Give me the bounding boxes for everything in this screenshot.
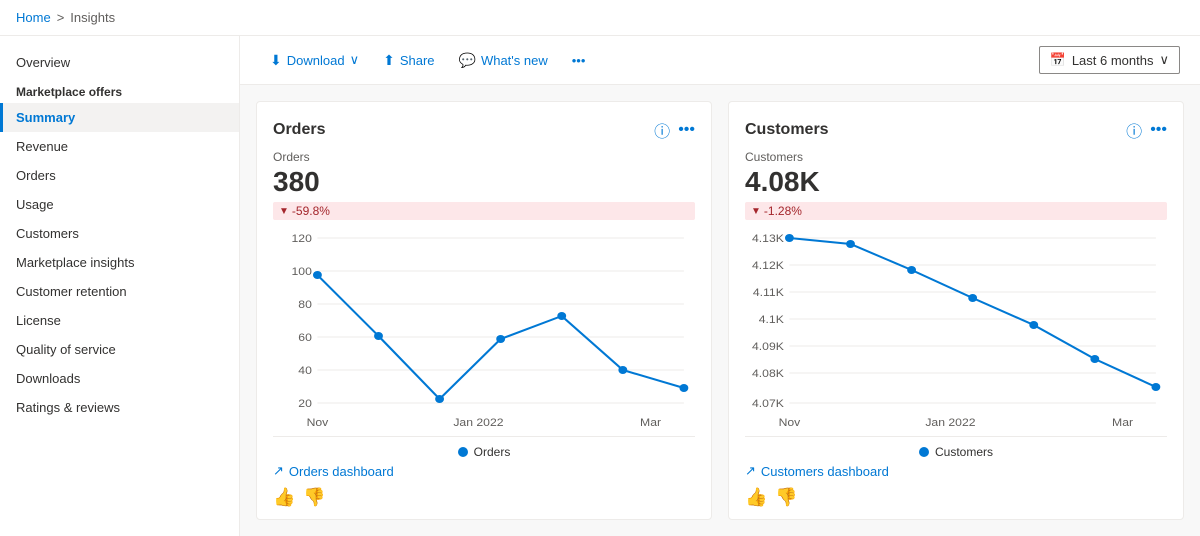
- customers-card-title: Customers: [745, 121, 829, 139]
- sidebar-items: SummaryRevenueOrdersUsageCustomersMarket…: [0, 103, 239, 422]
- cards-area: Orders ⓘ ••• Orders 380 ▼ -59.8%: [240, 85, 1200, 536]
- orders-metric-value: 380: [273, 166, 695, 198]
- orders-change-value: -59.8%: [292, 204, 330, 218]
- customers-thumbs-down-button[interactable]: 👎: [775, 487, 797, 508]
- customers-metric-label: Customers: [745, 150, 1167, 164]
- download-chevron-icon: ∨: [350, 52, 360, 68]
- breadcrumb-home[interactable]: Home: [16, 10, 51, 25]
- sidebar-item-revenue[interactable]: Revenue: [0, 132, 239, 161]
- customers-change-arrow: ▼: [751, 206, 761, 217]
- date-range-chevron-icon: ∨: [1159, 52, 1169, 68]
- svg-text:120: 120: [292, 233, 312, 245]
- customers-change-value: -1.28%: [764, 204, 802, 218]
- svg-text:4.09K: 4.09K: [752, 341, 784, 353]
- download-icon: ⬇: [270, 52, 282, 69]
- breadcrumb-current: Insights: [70, 10, 115, 25]
- more-icon: •••: [572, 53, 586, 68]
- svg-text:Nov: Nov: [307, 417, 329, 429]
- sidebar-item-customers[interactable]: Customers: [0, 219, 239, 248]
- download-button[interactable]: ⬇ Download ∨: [260, 47, 369, 74]
- orders-dashboard-link[interactable]: ↗ Orders dashboard: [273, 463, 695, 479]
- orders-dashboard-trend-icon: ↗: [273, 463, 284, 479]
- orders-metric-label: Orders: [273, 150, 695, 164]
- date-range-button[interactable]: 📅 Last 6 months ∨: [1039, 46, 1180, 74]
- svg-text:Mar: Mar: [1112, 417, 1133, 429]
- content-area: ⬇ Download ∨ ⬆ Share 💬 What's new •••: [240, 36, 1200, 536]
- breadcrumb-separator: >: [57, 10, 65, 25]
- sidebar-item-quality-of-service[interactable]: Quality of service: [0, 335, 239, 364]
- orders-card-actions: 👍 👎: [273, 479, 695, 508]
- customers-more-button[interactable]: •••: [1150, 121, 1167, 139]
- customers-card-header: Customers ⓘ •••: [745, 118, 1167, 142]
- sidebar-item-usage[interactable]: Usage: [0, 190, 239, 219]
- orders-chart: 120 100 80 60 40 20: [273, 228, 695, 428]
- customers-legend-dot: [919, 447, 929, 457]
- svg-text:40: 40: [298, 365, 312, 377]
- orders-legend-dot: [458, 447, 468, 457]
- svg-text:100: 100: [292, 266, 312, 278]
- customers-info-button[interactable]: ⓘ: [1126, 118, 1142, 142]
- orders-dashboard-link-text: Orders dashboard: [289, 464, 394, 479]
- svg-text:60: 60: [298, 332, 312, 344]
- customers-thumbs-up-button[interactable]: 👍: [745, 487, 767, 508]
- sidebar-item-summary[interactable]: Summary: [0, 103, 239, 132]
- customers-metric-value: 4.08K: [745, 166, 1167, 198]
- svg-text:4.1K: 4.1K: [759, 314, 784, 326]
- orders-change-arrow: ▼: [279, 206, 289, 217]
- sidebar-item-marketplace-insights[interactable]: Marketplace insights: [0, 248, 239, 277]
- sidebar-item-customer-retention[interactable]: Customer retention: [0, 277, 239, 306]
- svg-text:Jan 2022: Jan 2022: [453, 417, 503, 429]
- svg-text:Jan 2022: Jan 2022: [925, 417, 975, 429]
- sidebar-item-downloads[interactable]: Downloads: [0, 364, 239, 393]
- calendar-icon: 📅: [1050, 52, 1066, 68]
- orders-card: Orders ⓘ ••• Orders 380 ▼ -59.8%: [256, 101, 712, 520]
- orders-thumbs-up-button[interactable]: 👍: [273, 487, 295, 508]
- orders-card-title: Orders: [273, 121, 325, 139]
- share-button[interactable]: ⬆ Share: [373, 47, 444, 74]
- svg-text:20: 20: [298, 398, 312, 410]
- customers-dashboard-link-text: Customers dashboard: [761, 464, 889, 479]
- svg-text:Mar: Mar: [640, 417, 661, 429]
- sidebar: Overview Marketplace offers SummaryReven…: [0, 36, 240, 536]
- svg-text:4.11K: 4.11K: [753, 287, 784, 299]
- customers-dashboard-link[interactable]: ↗ Customers dashboard: [745, 463, 1167, 479]
- customers-card-icons: ⓘ •••: [1126, 118, 1167, 142]
- whats-new-icon: 💬: [459, 52, 476, 69]
- share-icon: ⬆: [383, 52, 395, 69]
- sidebar-section-label: Marketplace offers: [0, 77, 239, 103]
- customers-card-actions: 👍 👎: [745, 479, 1167, 508]
- orders-more-button[interactable]: •••: [678, 121, 695, 139]
- sidebar-item-ratings-reviews[interactable]: Ratings & reviews: [0, 393, 239, 422]
- orders-card-icons: ⓘ •••: [654, 118, 695, 142]
- sidebar-item-overview[interactable]: Overview: [0, 48, 239, 77]
- customers-metric-change: ▼ -1.28%: [745, 202, 1167, 220]
- svg-text:Nov: Nov: [779, 417, 801, 429]
- svg-text:4.07K: 4.07K: [752, 398, 784, 410]
- toolbar: ⬇ Download ∨ ⬆ Share 💬 What's new •••: [240, 36, 1200, 85]
- customers-dashboard-trend-icon: ↗: [745, 463, 756, 479]
- svg-text:4.12K: 4.12K: [752, 260, 784, 272]
- customers-card: Customers ⓘ ••• Customers 4.08K ▼ -1.28%: [728, 101, 1184, 520]
- more-button[interactable]: •••: [562, 48, 596, 73]
- orders-metric-change: ▼ -59.8%: [273, 202, 695, 220]
- sidebar-item-license[interactable]: License: [0, 306, 239, 335]
- svg-text:4.08K: 4.08K: [752, 368, 784, 380]
- sidebar-item-orders[interactable]: Orders: [0, 161, 239, 190]
- breadcrumb: Home > Insights: [0, 0, 1200, 36]
- customers-chart: 4.13K 4.12K 4.11K 4.1K 4.09K 4.08K 4.07K: [745, 228, 1167, 428]
- svg-text:4.13K: 4.13K: [752, 233, 784, 245]
- orders-card-header: Orders ⓘ •••: [273, 118, 695, 142]
- orders-thumbs-down-button[interactable]: 👎: [303, 487, 325, 508]
- svg-text:80: 80: [298, 299, 312, 311]
- whats-new-button[interactable]: 💬 What's new: [449, 47, 558, 74]
- orders-info-button[interactable]: ⓘ: [654, 118, 670, 142]
